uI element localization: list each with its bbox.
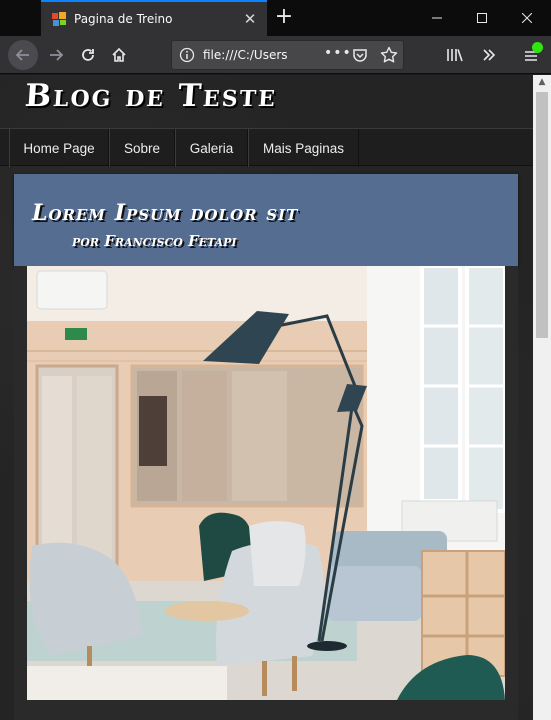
info-icon[interactable]	[179, 47, 195, 63]
maximize-button[interactable]	[459, 0, 505, 36]
forward-button[interactable]	[42, 41, 70, 69]
tab-active[interactable]: Pagina de Treino ✕	[41, 0, 267, 36]
favicon-icon	[52, 12, 66, 26]
home-icon	[112, 47, 126, 62]
minimize-button[interactable]	[414, 0, 460, 36]
maximize-icon	[477, 13, 487, 23]
nav-item-mais-paginas[interactable]: Mais Paginas	[248, 129, 359, 167]
reload-button[interactable]	[74, 41, 102, 69]
interior-photo	[27, 266, 505, 700]
page-viewport: Blog de Teste Home Page Sobre Galeria Ma…	[0, 75, 533, 720]
post-image	[27, 266, 505, 700]
post-header: Lorem Ipsum dolor sit por Francisco Feta…	[14, 174, 518, 266]
overflow-button[interactable]	[475, 41, 503, 69]
post-title: Lorem Ipsum dolor sit	[32, 200, 299, 226]
menu-button[interactable]	[517, 41, 545, 69]
tab-strip: Pagina de Treino ✕ +	[0, 0, 551, 36]
post-author: por Francisco Fetapi	[72, 232, 237, 250]
update-badge-icon	[532, 42, 543, 53]
pocket-icon[interactable]	[352, 47, 368, 63]
scroll-thumb[interactable]	[536, 92, 548, 338]
url-bar[interactable]: file:///C:/Users •••	[171, 40, 404, 70]
blog-title: Blog de Teste	[23, 78, 279, 114]
forward-arrow-icon	[50, 49, 64, 61]
post-image-frame	[14, 266, 518, 720]
nav-item-galeria[interactable]: Galeria	[175, 129, 248, 167]
minimize-icon	[432, 17, 442, 19]
nav-toolbar: file:///C:/Users •••	[0, 36, 551, 74]
tab-title: Pagina de Treino	[74, 12, 173, 26]
star-icon[interactable]	[380, 46, 398, 64]
nav-item-sobre[interactable]: Sobre	[109, 129, 175, 167]
new-tab-button[interactable]: +	[272, 6, 296, 30]
chevron-double-right-icon	[483, 49, 496, 61]
page-actions-icon[interactable]: •••	[324, 45, 352, 61]
tab-close-icon[interactable]: ✕	[241, 10, 259, 28]
home-button[interactable]	[105, 41, 133, 69]
url-text[interactable]: file:///C:/Users	[203, 48, 289, 62]
close-window-button[interactable]	[504, 0, 550, 36]
site-nav: Home Page Sobre Galeria Mais Paginas	[0, 128, 533, 167]
scroll-up-icon[interactable]: ▲	[537, 77, 547, 87]
nav-item-home[interactable]: Home Page	[9, 129, 109, 167]
library-icon	[447, 49, 463, 62]
reload-icon	[82, 49, 94, 61]
back-button[interactable]	[8, 40, 38, 70]
close-icon	[522, 13, 532, 23]
library-button[interactable]	[441, 41, 469, 69]
back-arrow-icon	[15, 49, 29, 61]
vertical-scrollbar[interactable]: ▲	[533, 75, 551, 720]
